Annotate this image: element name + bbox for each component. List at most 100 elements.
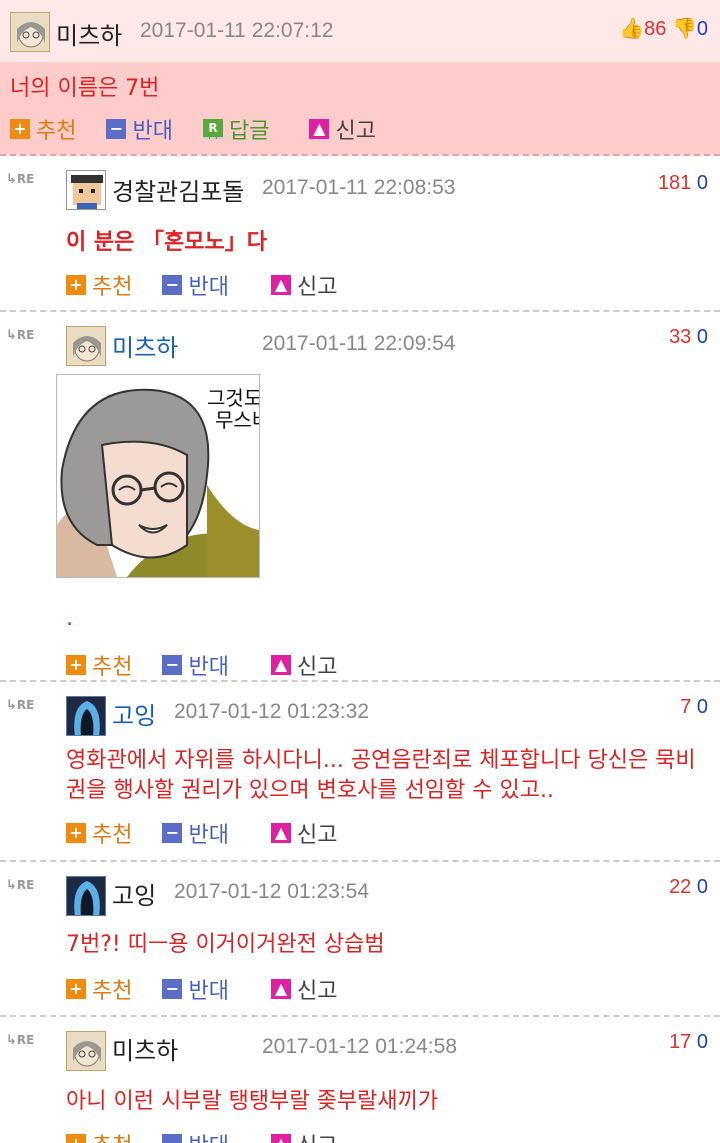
nickname[interactable]: 미츠하 — [112, 328, 178, 363]
recommend-button[interactable]: +추천 — [66, 649, 132, 681]
comment-date: 2017-01-11 22:09:54 — [262, 332, 456, 355]
upvote-count: 17 — [669, 1031, 692, 1053]
user-avatar[interactable] — [10, 12, 50, 52]
recommend-button[interactable]: +추천 — [66, 817, 132, 849]
plus-icon: + — [66, 275, 86, 295]
siren-icon: ▲ — [309, 119, 330, 139]
user-avatar[interactable] — [66, 876, 106, 916]
comment-date: 2017-01-11 22:07:12 — [140, 19, 334, 42]
comment-actions: +추천 −반대 ▲신고 — [66, 818, 708, 848]
image-caption-2: 무스비 — [215, 408, 259, 432]
minus-icon: − — [106, 119, 127, 139]
comment-text: 영화관에서 자위를 하시다니... 공연음란죄로 체포합니다 당신은 묵비권을 … — [66, 748, 696, 803]
vote-counts: 181 0 — [658, 172, 708, 195]
recommend-button[interactable]: +추천 — [66, 1128, 132, 1143]
comment-actions: +추천 −반대 ▲신고 — [66, 650, 708, 680]
vote-counts: 7 0 — [680, 696, 708, 719]
reply-arrow-icon: ↳RE — [6, 698, 35, 713]
nickname[interactable]: 미츠하 — [112, 1031, 178, 1066]
comment-date: 2017-01-12 01:23:32 — [174, 700, 369, 723]
user-avatar[interactable] — [66, 696, 106, 736]
comment-actions: +추천 −반대 ▲신고 — [66, 974, 708, 1004]
oppose-button[interactable]: −반대 — [162, 973, 229, 1005]
report-button[interactable]: ▲신고 — [270, 817, 337, 849]
comment-text: 아니 이런 시부랄 탱탱부랄 좆부랄새끼가 — [66, 1089, 439, 1114]
vote-counts: 33 0 — [669, 326, 708, 349]
reply-arrow-icon: ↳RE — [6, 328, 35, 343]
vote-counts: 👍86 👎0 — [619, 16, 708, 41]
report-button[interactable]: ▲신고 — [270, 973, 337, 1005]
thumbs-down-icon: 👎 — [671, 18, 697, 40]
reply-body: 영화관에서 자위를 하시다니... 공연음란죄로 체포합니다 당신은 묵비권을 … — [66, 746, 708, 848]
user-avatar[interactable] — [66, 1031, 106, 1071]
upvote-count: 33 — [669, 326, 692, 348]
reply-arrow-icon: ↳RE — [6, 172, 35, 187]
reply-comment: ↳RE 미츠하 2017-01-11 22:09:54 33 0 그것도 무스비… — [0, 312, 720, 682]
reply-comment: ↳RE 미츠하 2017-01-12 01:24:58 17 0 아니 이런 시… — [0, 1017, 720, 1143]
siren-icon: ▲ — [270, 823, 291, 843]
nickname[interactable]: 경찰관김포돌 — [112, 172, 244, 207]
siren-icon: ▲ — [270, 1134, 291, 1143]
reply-icon: R — [202, 119, 223, 139]
comment-actions: +추천 −반대 ▲신고 — [66, 1129, 708, 1143]
nickname[interactable]: 고잉 — [112, 696, 156, 731]
oppose-button[interactable]: −반대 — [162, 649, 229, 681]
downvote-count: 0 — [696, 326, 708, 348]
minus-icon: − — [162, 275, 183, 295]
thumbs-up-icon: 👍 — [619, 18, 645, 40]
oppose-button[interactable]: −반대 — [162, 817, 229, 849]
plus-icon: + — [66, 979, 86, 999]
reply-comment: ↳RE 고잉 2017-01-12 01:23:54 22 0 7번?! 띠ㅡ용… — [0, 862, 720, 1017]
minus-icon: − — [162, 979, 183, 999]
report-button[interactable]: ▲신고 — [270, 1128, 337, 1143]
upvote-count: 22 — [669, 876, 692, 898]
reply-body: . + 추천 − 반대 ▲ 신고 — [66, 604, 708, 680]
minus-icon: − — [162, 1134, 183, 1143]
downvote-count: 0 — [696, 1031, 708, 1053]
top-comment: 미츠하 2017-01-11 22:07:12 👍86 👎0 너의 이름은 7번… — [0, 0, 720, 156]
recommend-button[interactable]: +추천 — [10, 113, 76, 145]
comment-text: 7번?! 띠ㅡ용 이거이거완전 상습범 — [66, 932, 385, 957]
minus-icon: − — [162, 655, 183, 675]
siren-icon: ▲ — [270, 275, 291, 295]
reply-body: 아니 이런 시부랄 탱탱부랄 좆부랄새끼가 +추천 −반대 ▲신고 — [66, 1087, 708, 1143]
oppose-button[interactable]: −반대 — [162, 269, 229, 301]
siren-icon: ▲ — [270, 655, 291, 675]
comment-text: 이 분은 「혼모노」다 — [66, 230, 267, 255]
minus-icon: − — [162, 823, 183, 843]
nickname[interactable]: 고잉 — [112, 876, 156, 911]
comment-text: 너의 이름은 7번 — [10, 76, 160, 101]
user-avatar[interactable] — [66, 326, 106, 366]
upvote-count: 7 — [680, 696, 692, 718]
siren-icon: ▲ — [270, 979, 291, 999]
attached-image[interactable]: 그것도 무스비 — [56, 374, 270, 578]
report-button[interactable]: ▲신고 — [309, 113, 376, 145]
report-button[interactable]: ▲신고 — [270, 649, 337, 681]
downvote-count: 0 — [696, 18, 708, 40]
reply-comment: ↳RE 경찰관김포돌 2017-01-11 22:08:53 181 0 이 분… — [0, 156, 720, 312]
upvote-count: 181 — [657, 172, 692, 194]
plus-icon: + — [66, 1134, 86, 1143]
nickname[interactable]: 미츠하 — [56, 16, 122, 51]
comment-actions: +추천 −반대 ▲신고 — [66, 270, 708, 300]
vote-counts: 22 0 — [669, 876, 708, 899]
recommend-button[interactable]: +추천 — [66, 973, 132, 1005]
comment-text: . — [66, 606, 73, 631]
reply-comment: ↳RE 고잉 2017-01-12 01:23:32 7 0 영화관에서 자위를… — [0, 682, 720, 862]
reply-arrow-icon: ↳RE — [6, 1033, 35, 1048]
oppose-button[interactable]: −반대 — [162, 1128, 229, 1143]
report-button[interactable]: ▲신고 — [270, 269, 337, 301]
recommend-button[interactable]: +추천 — [66, 269, 132, 301]
downvote-count: 0 — [696, 876, 708, 898]
user-avatar[interactable] — [66, 170, 106, 210]
vote-counts: 17 0 — [669, 1031, 708, 1054]
plus-icon: + — [66, 823, 86, 843]
reply-button[interactable]: R 답글 — [202, 113, 269, 145]
comment-date: 2017-01-12 01:24:58 — [262, 1035, 457, 1058]
comment-date: 2017-01-12 01:23:54 — [174, 880, 369, 903]
comment-actions: + 추천 − 반대 R 답글 ▲ 신고 — [10, 114, 710, 144]
reply-arrow-icon: ↳RE — [6, 878, 35, 893]
downvote-count: 0 — [696, 172, 708, 194]
oppose-button[interactable]: −반대 — [106, 113, 173, 145]
upvote-count: 86 — [644, 18, 667, 40]
